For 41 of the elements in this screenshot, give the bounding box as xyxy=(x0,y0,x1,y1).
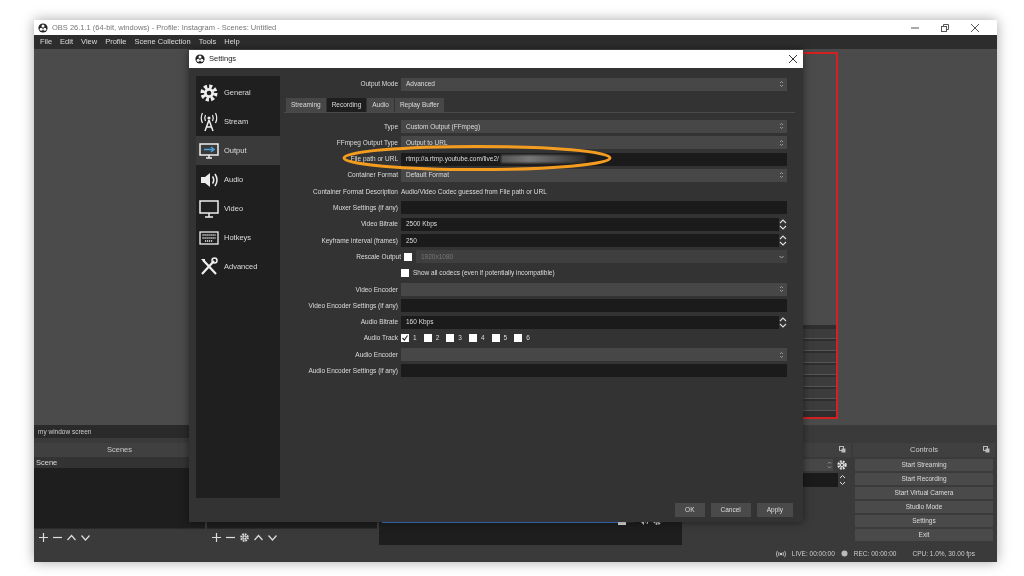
updown-arrows-icon xyxy=(779,138,784,147)
checkbox[interactable] xyxy=(446,334,455,343)
updown-arrows-icon xyxy=(779,171,784,180)
tools-icon xyxy=(199,256,219,277)
text-field[interactable] xyxy=(401,299,787,313)
checkbox[interactable] xyxy=(401,269,409,278)
settings-icon[interactable] xyxy=(837,460,847,470)
checkbox[interactable] xyxy=(401,334,409,343)
move-down-icon[interactable] xyxy=(81,532,90,542)
record-dot-icon xyxy=(840,550,848,557)
move-up-icon[interactable] xyxy=(67,532,76,542)
settings-icon[interactable] xyxy=(240,532,249,542)
add-icon[interactable] xyxy=(39,532,48,542)
updown-arrows-icon xyxy=(779,285,784,294)
broadcast-icon xyxy=(775,549,786,558)
spin-arrows-icon[interactable] xyxy=(779,234,787,247)
updown-arrows-icon xyxy=(779,80,784,89)
float-icon[interactable] xyxy=(839,446,846,453)
close-icon[interactable] xyxy=(971,23,979,32)
move-up-icon[interactable] xyxy=(254,532,263,542)
checkbox[interactable] xyxy=(491,334,500,343)
text-field[interactable] xyxy=(401,364,787,378)
gear-icon xyxy=(199,82,219,103)
float-icon[interactable] xyxy=(983,446,990,453)
spin-arrows-icon[interactable] xyxy=(779,217,787,231)
checkbox[interactable] xyxy=(468,334,477,343)
updown-arrows-icon xyxy=(779,350,784,359)
updown-arrows-icon xyxy=(779,122,784,131)
app-logo-icon xyxy=(195,54,205,64)
checkmark-icon xyxy=(402,335,408,342)
text-field[interactable] xyxy=(401,201,787,215)
checkbox[interactable] xyxy=(514,334,523,343)
monitor-icon xyxy=(199,198,219,219)
maximize-icon[interactable] xyxy=(941,23,949,32)
spin-arrows-icon[interactable] xyxy=(779,315,787,329)
checkbox[interactable] xyxy=(423,334,432,343)
move-down-icon[interactable] xyxy=(268,532,277,542)
antenna-tower-icon xyxy=(199,111,219,132)
close-icon[interactable] xyxy=(789,55,797,63)
monitor-arrow-icon xyxy=(199,140,219,161)
add-icon[interactable] xyxy=(212,532,221,542)
